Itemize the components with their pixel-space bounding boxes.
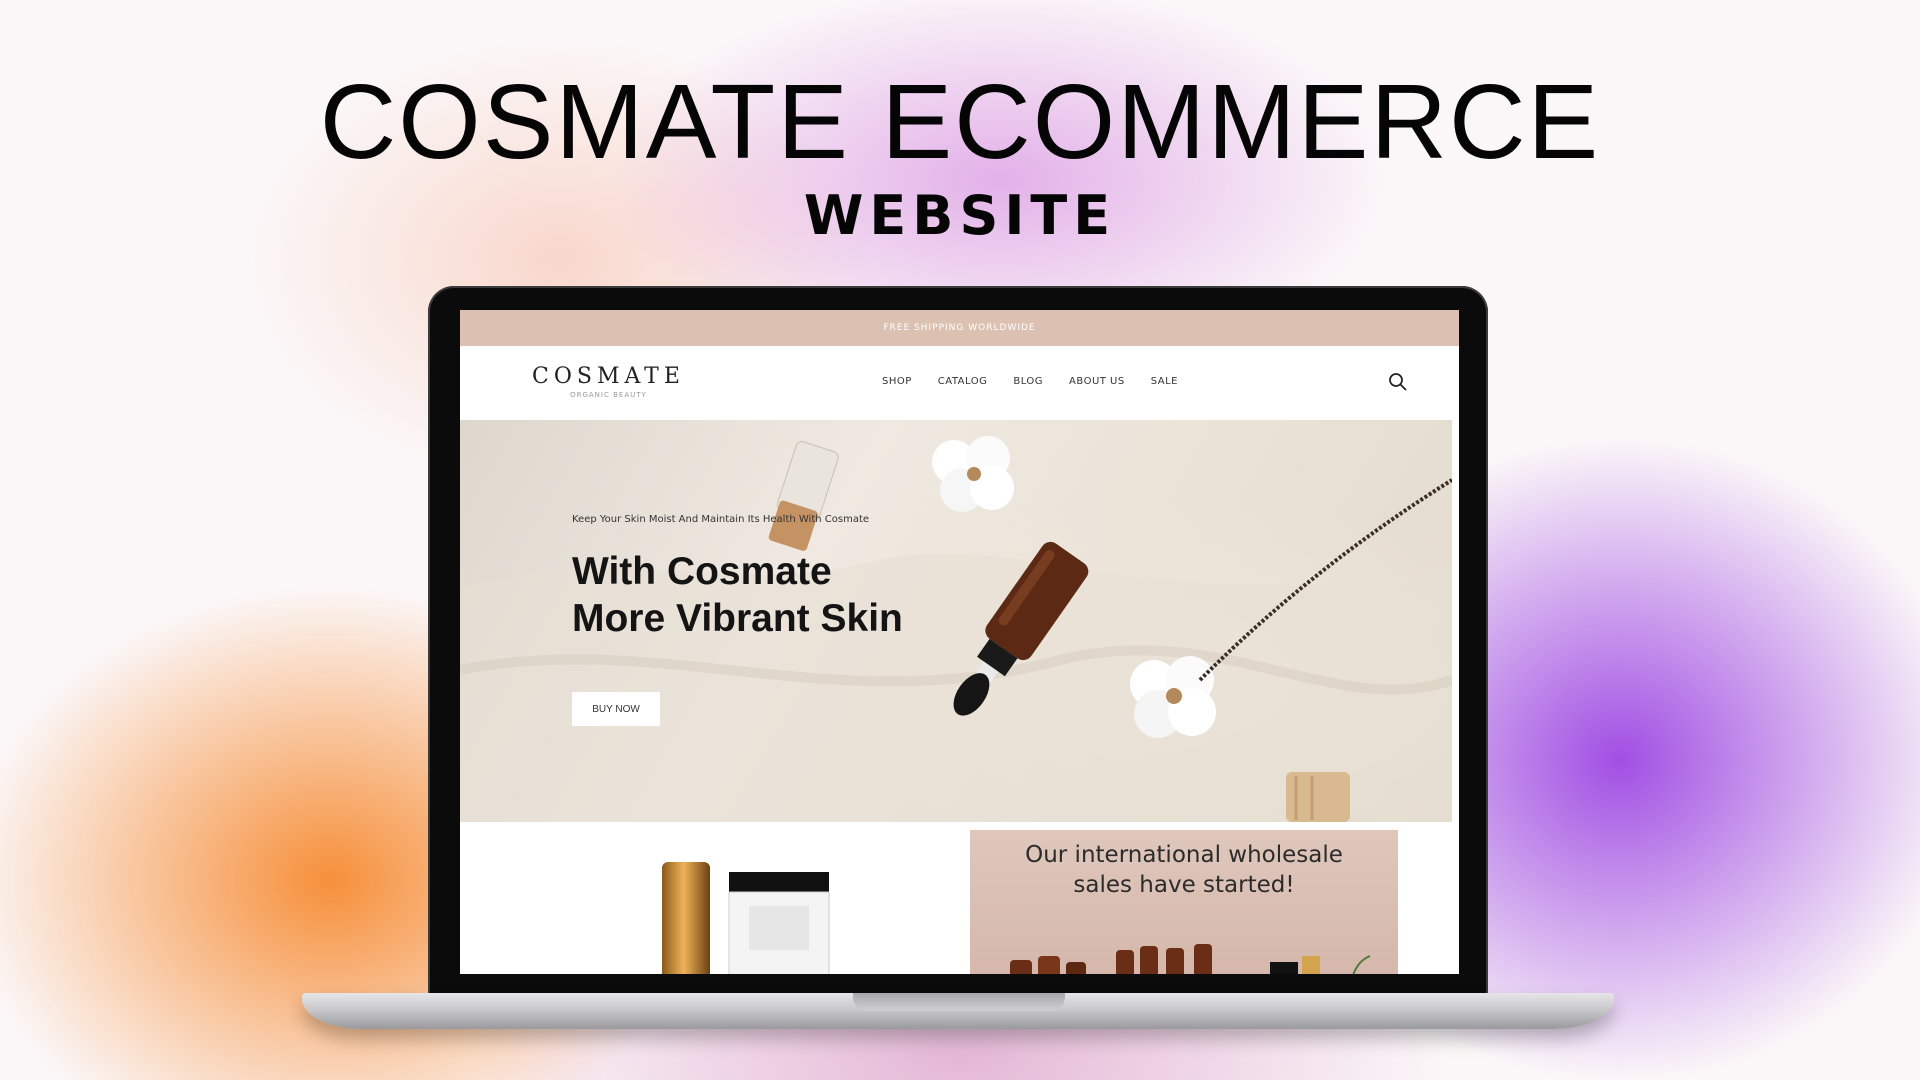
nav-item-blog[interactable]: BLOG (1013, 376, 1043, 387)
wholesale-banner[interactable]: Our international wholesale sales have s… (970, 830, 1398, 974)
logo-wordmark: COSMATE (532, 364, 685, 389)
nav-item-shop[interactable]: SHOP (882, 376, 912, 387)
hero-banner: Keep Your Skin Moist And Maintain Its He… (460, 420, 1452, 822)
laptop-opening-notch (853, 993, 1065, 1011)
site-header: COSMATE ORGANIC BEAUTY SHOP CATALOG BLOG… (460, 346, 1459, 420)
nav-item-sale[interactable]: SALE (1151, 376, 1178, 387)
hero-title-line-2: More Vibrant Skin (572, 597, 903, 640)
serum-bottles-image (1010, 944, 1371, 974)
hero-title-line-1: With Cosmate (572, 550, 832, 593)
page-subheadline: WEBSITE (803, 184, 1117, 247)
page-headline: COSMATE ECOMMERCE (319, 63, 1601, 181)
hero-title: With Cosmate More Vibrant Skin (572, 548, 903, 642)
wholesale-line-2: sales have started! (1073, 872, 1295, 898)
main-nav: SHOP CATALOG BLOG ABOUT US SALE (882, 376, 1178, 387)
announcement-text: FREE SHIPPING WORLDWIDE (883, 323, 1036, 333)
hero-kicker: Keep Your Skin Moist And Maintain Its He… (572, 514, 870, 525)
logo-tagline: ORGANIC BEAUTY (570, 391, 647, 399)
wholesale-line-1: Our international wholesale (1025, 842, 1343, 868)
nav-item-about[interactable]: ABOUT US (1069, 376, 1125, 387)
site-logo[interactable]: COSMATE ORGANIC BEAUTY (532, 364, 685, 399)
laptop-screen: FREE SHIPPING WORLDWIDE COSMATE ORGANIC … (460, 310, 1459, 974)
product-packaging-image (662, 862, 830, 974)
search-icon[interactable] (1386, 370, 1410, 394)
buy-now-button[interactable]: BUY NOW (572, 692, 660, 726)
announcement-bar: FREE SHIPPING WORLDWIDE (460, 310, 1459, 346)
nav-item-catalog[interactable]: CATALOG (938, 376, 988, 387)
promo-section: Our international wholesale sales have s… (460, 822, 1459, 974)
